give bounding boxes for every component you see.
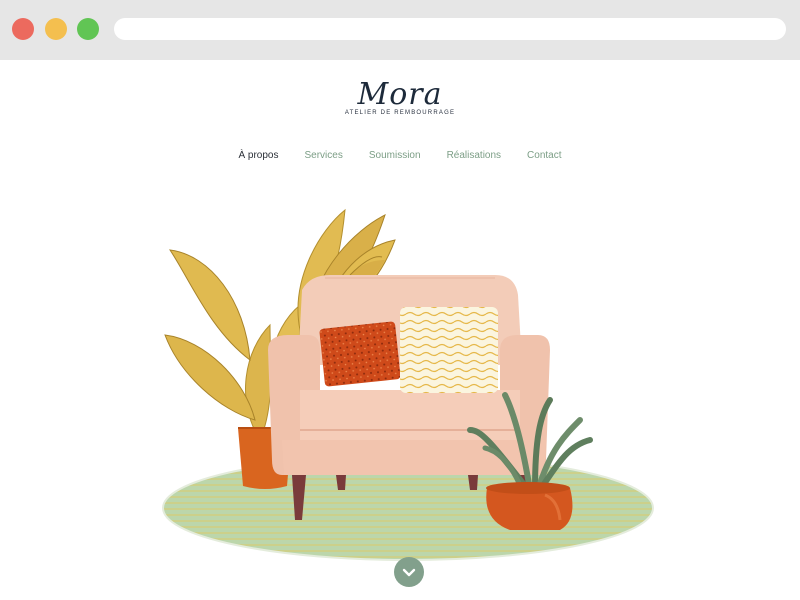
nav-item-contact[interactable]: Contact	[527, 150, 561, 161]
wavy-pillow	[400, 307, 498, 393]
logo-wordmark: Mora	[357, 77, 443, 112]
zoom-window-button[interactable]	[77, 18, 99, 40]
hero-illustration	[150, 190, 670, 570]
nav-item-services[interactable]: Services	[305, 150, 343, 161]
close-window-button[interactable]	[12, 18, 34, 40]
scroll-down-button[interactable]	[394, 557, 424, 587]
browser-chrome	[0, 0, 800, 60]
nav-item-soumission[interactable]: Soumission	[369, 150, 421, 161]
logo-tagline: ATELIER DE REMBOURRAGE	[344, 110, 456, 116]
chevron-down-icon	[402, 568, 416, 577]
minimize-window-button[interactable]	[45, 18, 67, 40]
nav-item-a-propos[interactable]: À propos	[238, 150, 278, 161]
nav-item-realisations[interactable]: Réalisations	[447, 150, 501, 161]
site-logo[interactable]: Mora ATELIER DE REMBOURRAGE	[0, 77, 800, 117]
dotted-pillow	[319, 321, 401, 387]
main-navigation: À propos Services Soumission Réalisation…	[0, 150, 800, 161]
address-bar[interactable]	[114, 18, 786, 40]
